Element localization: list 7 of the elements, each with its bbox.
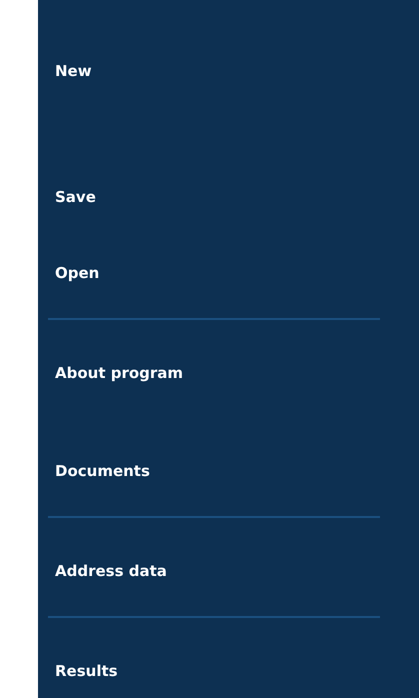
menu-item[interactable]: Documents	[55, 462, 150, 480]
menu-item[interactable]: Save	[55, 188, 96, 206]
menu-item[interactable]: Address data	[55, 562, 167, 580]
menu-item[interactable]: New	[55, 62, 92, 80]
menu-item[interactable]: Open	[55, 264, 100, 282]
menu-item[interactable]: About program	[55, 364, 184, 382]
menu-item[interactable]: Results	[55, 662, 118, 680]
